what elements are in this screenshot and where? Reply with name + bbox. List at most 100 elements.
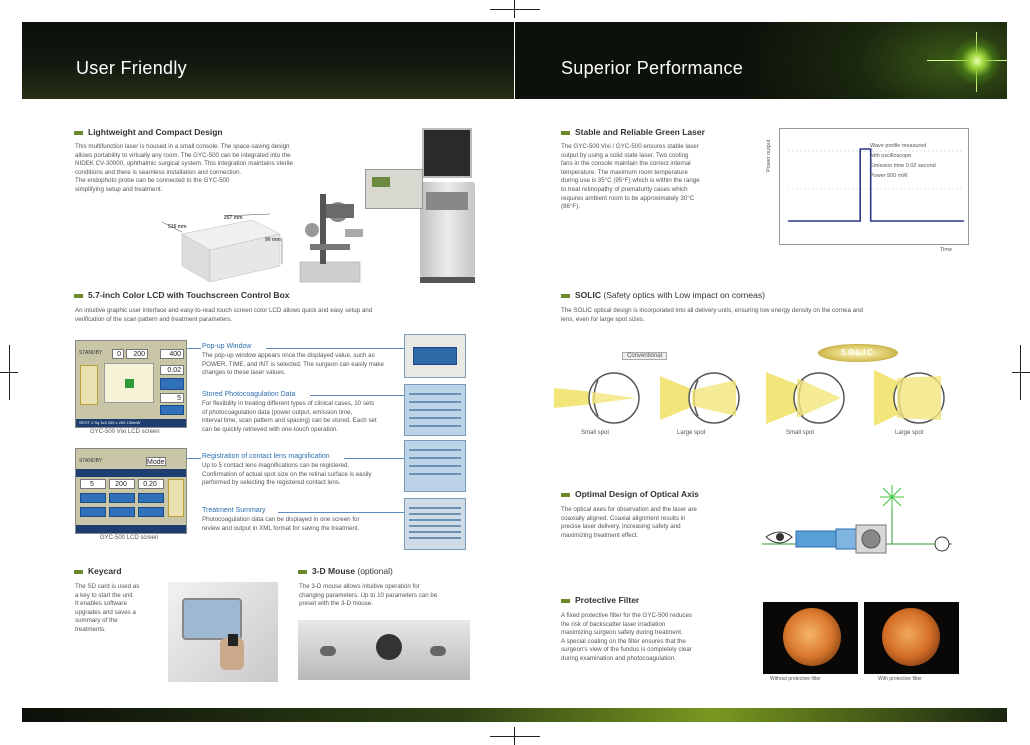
bullet-icon [74,569,83,574]
lcd-value: 200 [109,479,135,489]
chart-ylabel: Power output [766,139,772,172]
laser-burst-icon [880,485,904,509]
popup-panel [413,347,457,365]
lcd-button[interactable] [80,365,98,405]
stored-data-thumbnail [404,384,466,436]
sd-card-icon [228,634,238,646]
lcd-pattern-view [104,363,154,403]
lcd-down-button[interactable] [80,507,106,517]
left-header-bar: User Friendly [22,22,514,99]
dimension-label: 257 mm [224,215,243,221]
section-title-solic: SOLIC (Safety optics with Low impact on … [561,290,765,300]
lcd-up-button[interactable] [80,493,106,503]
crop-mark [490,9,540,10]
crop-mark [490,736,540,737]
lcd-value: 0.02 [160,365,184,375]
spot-label: Small spot [786,430,815,436]
lcd-value: 400 [160,349,184,359]
right-page-title: Superior Performance [561,58,744,78]
dimension-label: 516 mm [168,224,187,230]
cart-panel [426,192,468,210]
section-title-mouse: 3-D Mouse (optional) [298,566,393,576]
lcd-up-button[interactable] [138,493,164,503]
bullet-icon [561,492,570,497]
bullet-icon [298,569,307,574]
crop-mark [9,345,10,400]
section-title-lcd: 5.7-inch Color LCD with Touchscreen Cont… [74,290,290,300]
feature-body-popup: The pop-up window appears once the displ… [202,352,384,377]
footer-bar [22,708,1007,722]
fundus-image-with-filter [864,602,959,674]
bullet-icon [561,293,570,298]
lcd-down-button[interactable] [109,507,135,517]
cart-base [420,277,475,283]
panel-display [372,177,390,187]
crop-mark [1020,345,1021,400]
lcd-status: STANDBY [79,458,103,464]
treatment-summary-thumbnail [404,498,466,550]
control-panel-closeup [365,169,423,209]
solic-eye-diagrams [554,370,945,426]
lcd-button[interactable] [160,378,184,390]
chart-annotation: Wave profile measured with oscilloscope … [870,143,936,179]
3d-mouse-photo [298,620,470,680]
lcd-footer-bar [76,525,186,533]
callout-line [344,458,404,459]
lcd-button[interactable] [160,405,184,415]
slit-lamp-image [299,194,363,283]
lcd-footer-text: SPOT 1 Sq 3x3 200 x 200 100mW [79,420,141,425]
section-title-compact: Lightweight and Compact Design [74,127,223,137]
solic-body: The SOLIC optical design is incorporated… [561,307,863,323]
feature-title-stored: Stored Photocoagulation Data [202,391,296,398]
axis-body: The optical axes for observation and the… [561,506,697,539]
lcd-side-button[interactable] [168,479,184,517]
lcd-header-bar [76,469,186,477]
lcd-down-button[interactable] [138,507,164,517]
bullet-icon [74,130,83,135]
feature-title-lens: Registration of contact lens magnificati… [202,453,330,460]
section-title-keycard: Keycard [74,566,122,576]
optical-axis-diagram [762,485,952,554]
fundus-image-without-filter [763,602,858,674]
lcd-value: 5 [80,479,106,489]
power-output-chart: Wave profile measured with oscilloscope … [779,128,969,245]
feature-body-summary: Photocoagulation data can be displayed i… [202,516,360,532]
lcd-caption-1: GYC-500 Vixi LCD screen [90,429,160,435]
lcd-up-button[interactable] [109,493,135,503]
lcd-caption-2: GYC-500 LCD screen [100,535,159,541]
popup-window-thumbnail [404,334,466,378]
chart-xlabel: Time [940,247,953,253]
callout-line [310,395,404,396]
knob-icon [320,646,336,656]
knob-icon [430,646,446,656]
conventional-label: Conventional [622,352,668,360]
section-title-filter: Protective Filter [561,595,639,605]
mouse-body: The 3-D mouse allows intuitive operation… [299,583,438,608]
keycard-body: The SD card is used as a key to start th… [75,583,140,633]
filter-body: A fixed protective filter for the GYC-50… [561,612,693,662]
dimension-label: 90 mm [265,237,281,243]
left-page-title: User Friendly [76,58,187,78]
lcd-body: An intuitive graphic user interface and … [75,307,373,323]
filter-caption: Without protective filter [770,676,821,682]
filter-caption: With protective filter [878,676,922,682]
lcd-screen-vixi: STANDBY 0 200 400 0.02 5 SPOT 1 Sq 3x3 2… [75,340,187,428]
section-title-axis: Optimal Design of Optical Axis [561,489,699,499]
lcd-screen-standard: STANDBY Mode 5 200 0.20 [75,448,187,534]
lens-registration-thumbnail [404,440,466,492]
spot-pattern-icon [125,379,134,388]
lcd-value: Mode [146,457,166,466]
spot-label: Large spot [895,430,924,436]
joystick-icon [376,634,402,660]
brochure-spread: User Friendly Superior Performance Light… [22,22,1007,722]
spot-label: Small spot [581,430,610,436]
feature-body-lens: Up to 5 contact lens magnifications can … [202,462,372,487]
lcd-status: STANDBY [79,350,103,356]
lcd-value: 0.20 [138,479,164,489]
lcd-value: 200 [126,349,148,359]
callout-line [266,348,404,349]
fundus-icon [783,608,841,666]
bullet-icon [561,130,570,135]
lcd-value: 5 [160,393,184,403]
callout-line [278,512,404,513]
